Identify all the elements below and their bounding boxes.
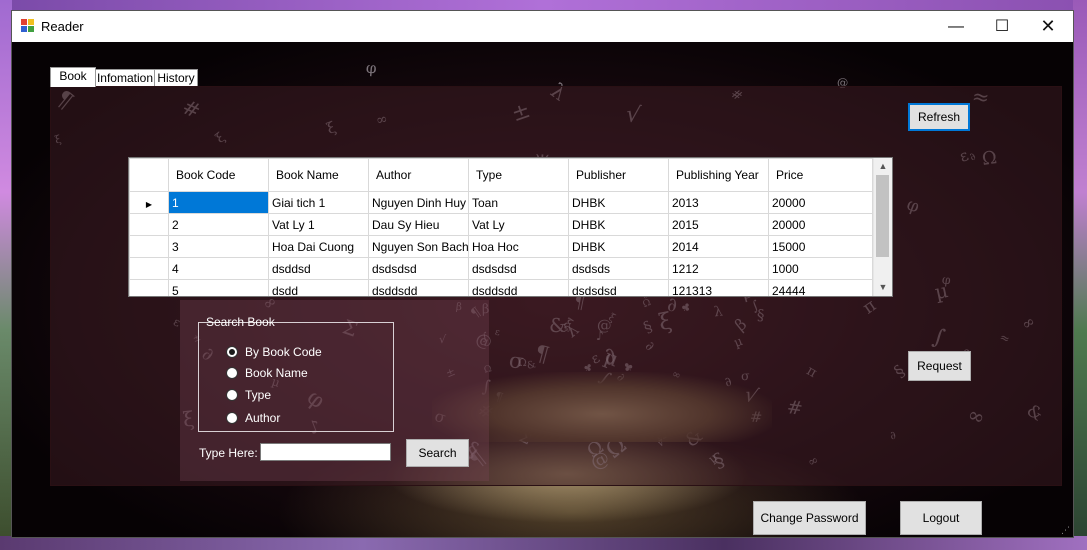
cell-author[interactable]: dsddsdd (368, 279, 469, 296)
grid-vertical-scrollbar[interactable]: ▲ ▼ (873, 158, 892, 296)
column-header-publisher[interactable]: Publisher (568, 158, 669, 192)
cell-book-name[interactable]: Hoa Dai Cuong (268, 235, 369, 258)
change-password-button[interactable]: Change Password (753, 501, 866, 535)
scroll-up-icon[interactable]: ▲ (874, 158, 892, 175)
books-table: Book Code Book Name Author Type Publishe… (129, 158, 873, 296)
cell-publisher[interactable]: DHBK (568, 235, 669, 258)
column-header-price[interactable]: Price (768, 158, 873, 192)
minimize-icon[interactable]: — (933, 11, 979, 42)
refresh-button[interactable]: Refresh (908, 103, 970, 131)
books-data-grid[interactable]: Book Code Book Name Author Type Publishe… (128, 157, 893, 297)
cell-book-name[interactable]: Giai tich 1 (268, 191, 369, 214)
cell-author[interactable]: Nguyen Son Bach (368, 235, 469, 258)
desktop-background-bottom (0, 536, 1087, 550)
scroll-down-icon[interactable]: ▼ (874, 279, 892, 296)
cell-type[interactable]: dsddsdd (468, 279, 569, 296)
tab-history[interactable]: History (154, 69, 198, 87)
column-header-type[interactable]: Type (468, 158, 569, 192)
reader-window: Reader — ☐ ✕ ♣±♣§ξ∞ε±µµ√§λ∂±∂Ω&Ωσβεµ∫♣∞¶… (12, 11, 1073, 537)
cell-type[interactable]: dsdsdsd (468, 257, 569, 280)
cell-publishing-year[interactable]: 2015 (668, 213, 769, 236)
app-icon (21, 19, 35, 33)
cell-book-code[interactable]: 4 (168, 257, 269, 280)
maximize-icon[interactable]: ☐ (979, 11, 1025, 42)
desktop-background-top (0, 0, 1087, 11)
background-letter-image: φ (364, 58, 377, 78)
cell-publisher[interactable]: DHBK (568, 213, 669, 236)
title-bar[interactable]: Reader — ☐ ✕ (12, 11, 1073, 42)
table-row[interactable]: 2 Vat Ly 1 Dau Sy Hieu Vat Ly DHBK 2015 20000 (129, 213, 873, 236)
desktop-background-left (0, 0, 12, 550)
cell-publishing-year[interactable]: 121313 (668, 279, 769, 296)
radio-label: Book Name (245, 366, 308, 380)
table-header-row: Book Code Book Name Author Type Publishe… (129, 158, 873, 192)
row-header[interactable] (129, 235, 169, 258)
radio-unchecked-icon[interactable] (226, 411, 238, 424)
radio-author[interactable]: Author (226, 411, 280, 425)
radio-type[interactable]: Type (226, 388, 271, 402)
resize-grip-icon[interactable]: ⋰ (1061, 525, 1071, 535)
cell-price[interactable]: 1000 (768, 257, 873, 280)
desktop-background-right (1073, 0, 1087, 550)
cell-publishing-year[interactable]: 1212 (668, 257, 769, 280)
window-title: Reader (41, 19, 84, 34)
cell-author[interactable]: dsdsdsd (368, 257, 469, 280)
radio-by-book-code[interactable]: By Book Code (226, 345, 322, 359)
row-header[interactable] (129, 257, 169, 280)
cell-type[interactable]: Hoa Hoc (468, 235, 569, 258)
cell-type[interactable]: Vat Ly (468, 213, 569, 236)
cell-book-name[interactable]: dsdd (268, 279, 369, 296)
search-input[interactable] (260, 443, 391, 461)
cell-book-name[interactable]: Vat Ly 1 (268, 213, 369, 236)
cell-publisher[interactable]: dsdsds (568, 257, 669, 280)
cell-book-name[interactable]: dsddsd (268, 257, 369, 280)
radio-label: Type (245, 388, 272, 402)
cell-price[interactable]: 20000 (768, 213, 873, 236)
search-book-title: Search Book (206, 315, 275, 329)
radio-unchecked-icon[interactable] (226, 366, 238, 379)
cell-book-code[interactable]: 2 (168, 213, 269, 236)
logout-button[interactable]: Logout (900, 501, 982, 535)
current-row-arrow-icon: ▶ (145, 199, 153, 209)
row-header[interactable] (129, 279, 169, 296)
radio-book-name[interactable]: Book Name (226, 366, 308, 380)
cell-type[interactable]: Toan (468, 191, 569, 214)
radio-label: By Book Code (245, 345, 322, 359)
table-row[interactable]: 4 dsddsd dsdsdsd dsdsdsd dsdsds 1212 1000 (129, 257, 873, 280)
row-header-corner (129, 158, 169, 192)
column-header-book-name[interactable]: Book Name (268, 158, 369, 192)
cell-publishing-year[interactable]: 2013 (668, 191, 769, 214)
cell-book-code[interactable]: 5 (168, 279, 269, 296)
table-row[interactable]: 5 dsdd dsddsdd dsddsdd dsdsdsd 121313 24444 (129, 279, 873, 296)
request-button[interactable]: Request (908, 351, 971, 381)
table-row[interactable]: ▶ 1 Giai tich 1 Nguyen Dinh Huy Toan DHBK 2013… (129, 191, 873, 214)
cell-publisher[interactable]: DHBK (568, 191, 669, 214)
type-here-label: Type Here: (199, 446, 258, 460)
column-header-publishing-year[interactable]: Publishing Year (668, 158, 769, 192)
cell-author[interactable]: Dau Sy Hieu (368, 213, 469, 236)
cell-publisher[interactable]: dsdsdsd (568, 279, 669, 296)
radio-checked-icon[interactable] (226, 345, 238, 358)
cell-price[interactable]: 15000 (768, 235, 873, 258)
column-header-author[interactable]: Author (368, 158, 469, 192)
radio-unchecked-icon[interactable] (226, 388, 238, 401)
cell-price[interactable]: 20000 (768, 191, 873, 214)
table-row[interactable]: 3 Hoa Dai Cuong Nguyen Son Bach Hoa Hoc DHBK… (129, 235, 873, 258)
scroll-thumb[interactable] (876, 175, 889, 257)
row-header[interactable] (129, 213, 169, 236)
cell-book-code[interactable]: 1 (168, 191, 269, 214)
cell-author[interactable]: Nguyen Dinh Huy (368, 191, 469, 214)
radio-label: Author (245, 411, 281, 425)
cell-price[interactable]: 24444 (768, 279, 873, 296)
row-header[interactable]: ▶ (129, 191, 169, 214)
tab-infomation[interactable]: Infomation (94, 69, 156, 87)
tab-book[interactable]: Book (50, 67, 96, 87)
cell-book-code[interactable]: 3 (168, 235, 269, 258)
search-button[interactable]: Search (406, 439, 469, 467)
table-body: ▶ 1 Giai tich 1 Nguyen Dinh Huy Toan DHBK 2013… (129, 191, 873, 296)
column-header-book-code[interactable]: Book Code (168, 158, 269, 192)
cell-publishing-year[interactable]: 2014 (668, 235, 769, 258)
client-area: ♣±♣§ξ∞ε±µµ√§λ∂±∂Ω&Ωσβεµ∫♣∞¶@ξ¶λ@λ@&Ω#√√β… (12, 42, 1073, 537)
close-icon[interactable]: ✕ (1025, 11, 1071, 42)
